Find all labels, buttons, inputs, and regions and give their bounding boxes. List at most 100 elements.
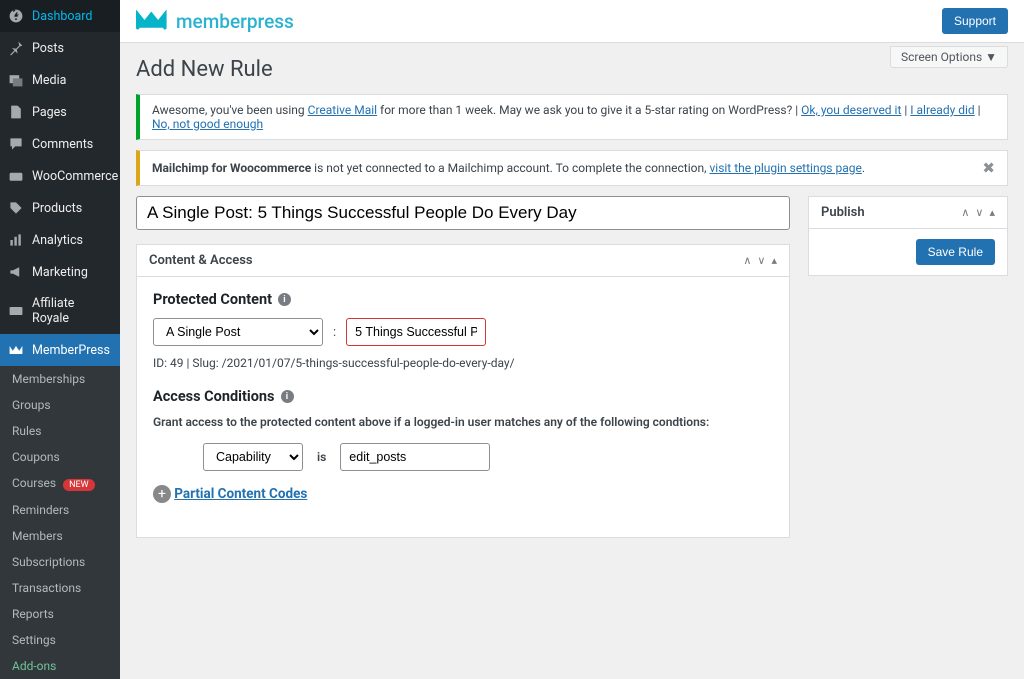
page-title: Add New Rule [136, 57, 1008, 82]
publish-heading: Publish [821, 205, 865, 220]
page-icon [8, 104, 24, 120]
notice-text: Awesome, you've been using [152, 103, 308, 117]
condition-value-input[interactable] [340, 443, 490, 471]
submenu-reports[interactable]: Reports [0, 601, 120, 627]
sidebar-label: Posts [32, 41, 64, 56]
sidebar-label: Media [32, 73, 66, 88]
submenu-memberships[interactable]: Memberships [0, 366, 120, 392]
toggle-icon[interactable]: ▴ [771, 254, 777, 267]
woo-icon [8, 168, 24, 184]
submenu-coupons[interactable]: Coupons [0, 444, 120, 470]
sidebar-label: WooCommerce [32, 169, 118, 184]
protected-content-label: Protected Content i [153, 291, 773, 308]
rule-title-input[interactable] [136, 196, 790, 230]
sidebar-label: MemberPress [32, 343, 110, 358]
submenu-label: Courses [12, 476, 56, 490]
save-rule-button[interactable]: Save Rule [916, 239, 995, 265]
dashboard-icon [8, 8, 24, 24]
access-conditions-desc: Grant access to the protected content ab… [153, 415, 773, 429]
sidebar-item-comments[interactable]: Comments [0, 128, 120, 160]
is-label: is [317, 450, 326, 464]
close-icon[interactable]: ✖ [972, 159, 995, 177]
sidebar-item-media[interactable]: Media [0, 64, 120, 96]
toggle-icon[interactable]: ▴ [989, 206, 995, 219]
post-search-input[interactable] [346, 318, 486, 346]
link-already-did[interactable]: I already did [910, 103, 974, 117]
submenu-groups[interactable]: Groups [0, 392, 120, 418]
sidebar-label: Analytics [32, 233, 83, 248]
main-column: Content & Access ∧ ∨ ▴ Protected Content… [136, 196, 790, 538]
move-down-icon[interactable]: ∨ [757, 254, 765, 267]
submenu-settings[interactable]: Settings [0, 627, 120, 653]
move-up-icon[interactable]: ∧ [961, 206, 969, 219]
products-icon [8, 200, 24, 216]
sidebar-label: Products [32, 201, 82, 216]
analytics-icon [8, 232, 24, 248]
box-handle-actions: ∧ ∨ ▴ [961, 206, 995, 219]
link-plugin-settings[interactable]: visit the plugin settings page [709, 161, 861, 175]
partial-content-codes-link[interactable]: Partial Content Codes [174, 486, 307, 502]
sidebar-label: Pages [32, 105, 67, 120]
sidebar-label: Comments [32, 137, 93, 152]
colon-sep: : [333, 325, 336, 340]
condition-row: Capability is [203, 443, 773, 471]
comment-icon [8, 136, 24, 152]
topbar: memberpress Support [120, 0, 1024, 43]
megaphone-icon [8, 264, 24, 280]
sidebar-item-analytics[interactable]: Analytics [0, 224, 120, 256]
sidebar-item-posts[interactable]: Posts [0, 32, 120, 64]
move-up-icon[interactable]: ∧ [743, 254, 751, 267]
side-column: Publish ∧ ∨ ▴ Save Rule [808, 196, 1008, 276]
content-type-select[interactable]: A Single Post [153, 318, 323, 346]
sidebar-item-products[interactable]: Products [0, 192, 120, 224]
box-heading: Content & Access [149, 253, 253, 268]
notice-creative-mail: Awesome, you've been using Creative Mail… [136, 94, 1008, 140]
sidebar-item-memberpress[interactable]: MemberPress [0, 334, 120, 366]
pin-icon [8, 40, 24, 56]
sidebar-label: Affiliate Royale [32, 296, 112, 326]
notice-bold: Mailchimp for Woocommerce [152, 161, 311, 175]
submenu-members[interactable]: Members [0, 523, 120, 549]
add-condition-button[interactable]: + [153, 485, 171, 503]
sidebar-item-woocommerce[interactable]: WooCommerce [0, 160, 120, 192]
access-conditions-label: Access Conditions i [153, 388, 773, 405]
notice-text: for more than 1 week. May we ask you to … [377, 103, 801, 117]
link-not-good[interactable]: No, not good enough [152, 117, 263, 131]
move-down-icon[interactable]: ∨ [975, 206, 983, 219]
main-area: memberpress Support Screen Options ▼ Add… [120, 0, 1024, 679]
condition-type-select[interactable]: Capability [203, 443, 303, 471]
sidebar-item-affiliate[interactable]: Affiliate Royale [0, 288, 120, 334]
submenu-addons[interactable]: Add-ons [0, 653, 120, 679]
post-meta: ID: 49 | Slug: /2021/01/07/5-things-succ… [153, 356, 515, 370]
notice-text: is not yet connected to a Mailchimp acco… [311, 161, 709, 175]
info-icon[interactable]: i [278, 293, 291, 306]
link-ok-deserved[interactable]: Ok, you deserved it [801, 103, 901, 117]
sidebar-label: Dashboard [32, 9, 92, 24]
link-creative-mail[interactable]: Creative Mail [308, 103, 377, 117]
submenu-transactions[interactable]: Transactions [0, 575, 120, 601]
box-handle-actions: ∧ ∨ ▴ [743, 254, 777, 267]
submenu-rules[interactable]: Rules [0, 418, 120, 444]
publish-box: Publish ∧ ∨ ▴ Save Rule [808, 196, 1008, 276]
sidebar-submenu: Memberships Groups Rules Coupons Courses… [0, 366, 120, 679]
sidebar-item-dashboard[interactable]: Dashboard [0, 0, 120, 32]
support-button[interactable]: Support [942, 8, 1008, 34]
submenu-reminders[interactable]: Reminders [0, 497, 120, 523]
card-icon [8, 303, 24, 319]
screen-options-toggle[interactable]: Screen Options ▼ [890, 46, 1008, 68]
submenu-subscriptions[interactable]: Subscriptions [0, 549, 120, 575]
content-access-box: Content & Access ∧ ∨ ▴ Protected Content… [136, 244, 790, 538]
new-badge: NEW [63, 479, 95, 491]
sidebar-item-pages[interactable]: Pages [0, 96, 120, 128]
media-icon [8, 72, 24, 88]
admin-sidebar: Dashboard Posts Media Pages Comments Woo… [0, 0, 120, 679]
info-icon[interactable]: i [281, 390, 294, 403]
sidebar-label: Marketing [32, 265, 88, 280]
sidebar-item-marketing[interactable]: Marketing [0, 256, 120, 288]
brand-text: memberpress [176, 10, 294, 33]
notice-mailchimp: Mailchimp for Woocommerce is not yet con… [136, 150, 1008, 186]
submenu-courses[interactable]: Courses NEW [0, 470, 120, 497]
brand-logo: memberpress [136, 10, 294, 33]
memberpress-icon [8, 342, 24, 358]
content-wrap: Screen Options ▼ Add New Rule Awesome, y… [120, 43, 1024, 554]
